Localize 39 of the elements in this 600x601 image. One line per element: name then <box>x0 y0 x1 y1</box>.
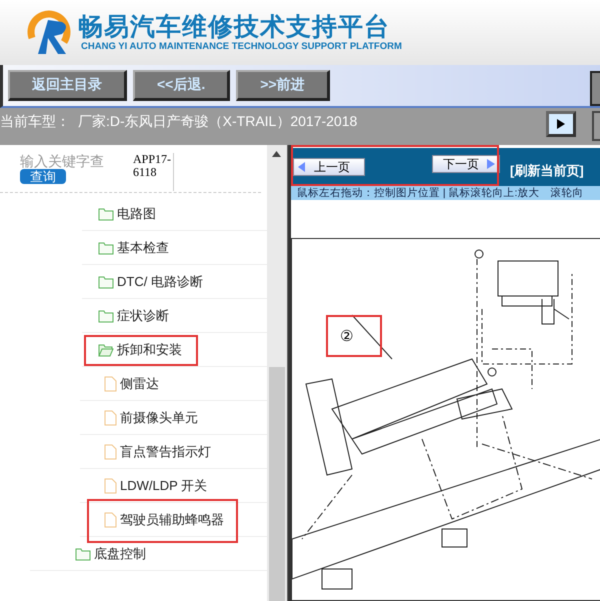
document-item[interactable]: 前摄像头单元 <box>120 408 198 426</box>
folder-item[interactable]: 基本检查 <box>117 238 169 256</box>
site-title: 畅易汽车维修技术支持平台 <box>78 13 391 41</box>
document-icon <box>104 410 117 426</box>
folder-item[interactable]: 底盘控制 <box>94 544 146 562</box>
site-subtitle: CHANG YI AUTO MAINTENANCE TECHNOLOGY SUPPORT PLATFORM <box>81 41 402 52</box>
right-arrow-icon <box>487 159 495 169</box>
document-item[interactable]: 侧雷达 <box>120 374 159 392</box>
document-item[interactable]: LDW/LDP 开关 <box>120 476 208 494</box>
nav-button[interactable]: >>前进 <box>236 70 330 101</box>
hint-text: 鼠标左右拖动：控制图片位置 | 鼠标滚轮向上:放大 滚轮向 <box>291 186 600 200</box>
model-value: 厂家:D-东风日产奇骏（X-TRAIL）2017-2018 <box>78 113 358 131</box>
document-item[interactable]: 驾驶员辅助蜂鸣器 <box>120 510 224 528</box>
nav-button[interactable]: 返回主目录 <box>8 70 127 101</box>
callout-number: ② <box>340 327 354 345</box>
search-button[interactable]: 查询 <box>20 169 66 184</box>
refresh-link[interactable]: [刷新当前页] <box>510 162 584 180</box>
left-arrow-icon <box>298 162 306 172</box>
folder-item[interactable]: 拆卸和安装 <box>117 340 182 358</box>
folder-item[interactable]: 症状诊断 <box>117 306 169 324</box>
toolbar-button[interactable] <box>590 71 600 106</box>
folder-item[interactable]: 电路图 <box>117 204 156 222</box>
toolbar-button[interactable] <box>592 111 600 141</box>
document-item[interactable]: 盲点警告指示灯 <box>120 442 211 460</box>
arrow-icon <box>556 118 566 130</box>
nav-button[interactable]: <<后退. <box>133 70 230 101</box>
scrollbar[interactable] <box>267 145 288 601</box>
next-page-button[interactable]: 下一页 <box>432 155 500 173</box>
code-text: APP17-6118 <box>133 153 174 191</box>
previous-page-button[interactable]: 上一页 <box>293 158 365 176</box>
document-icon <box>104 512 117 528</box>
folder-item[interactable]: DTC/ 电路诊断 <box>117 272 203 290</box>
scrollbar-thumb[interactable] <box>269 367 286 601</box>
toggle-button[interactable] <box>546 111 576 137</box>
document-icon <box>104 478 117 494</box>
model-label: 当前车型： <box>0 113 70 131</box>
scroll-up-icon <box>272 151 282 157</box>
document-icon <box>104 444 117 460</box>
document-icon <box>104 376 117 392</box>
